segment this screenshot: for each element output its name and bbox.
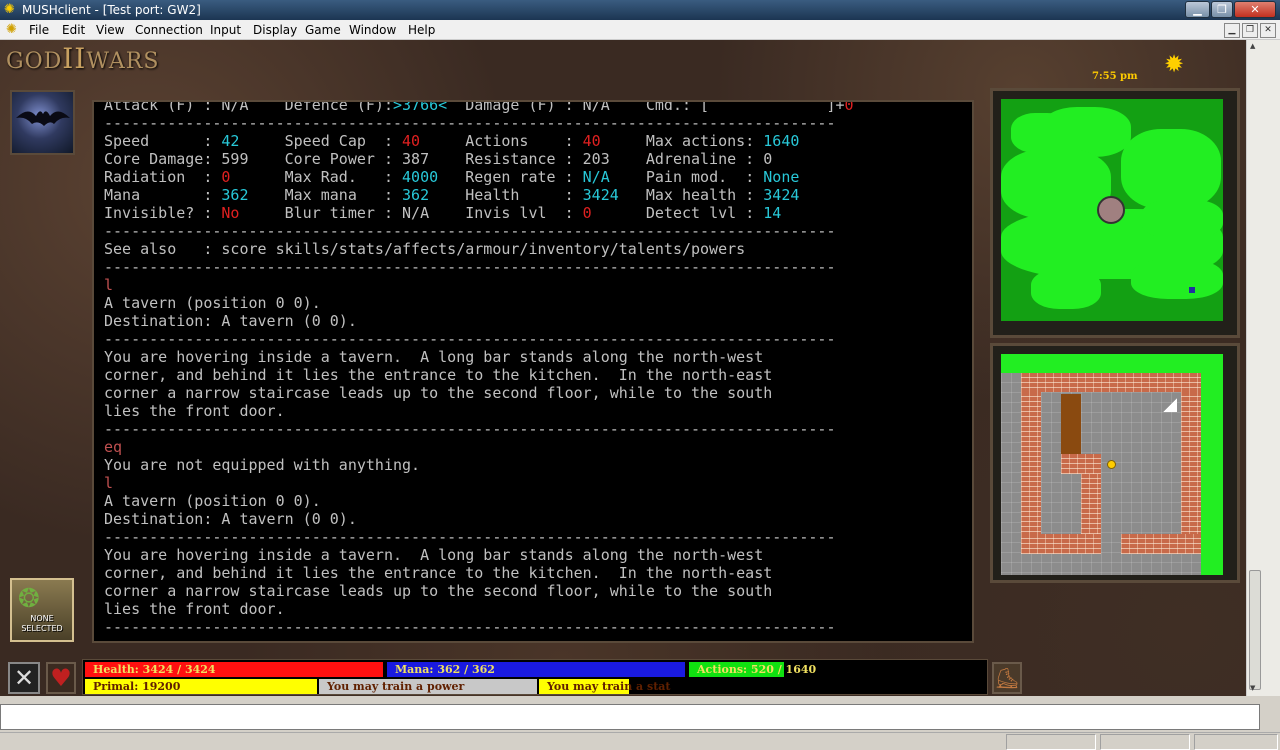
output-scrollbar[interactable]: ▲ ▼ <box>1246 40 1263 696</box>
output-line: corner, and behind it lies the entrance … <box>104 366 773 384</box>
train-stat-bar: You may train a stat <box>539 679 987 694</box>
output-line: A tavern (position 0 0). <box>104 492 321 510</box>
window-title: MUSHclient - [Test port: GW2] <box>22 3 201 17</box>
target-portrait[interactable]: ❂ NONE SELECTED <box>10 578 74 642</box>
heart-icon[interactable]: ♥ <box>46 662 76 694</box>
game-clock: 7:55 pm <box>1092 71 1138 82</box>
output-line: Radiation : 0 Max Rad. : 4000 Regen rate… <box>104 168 800 186</box>
menu-input[interactable]: Input <box>210 23 241 37</box>
mob-marker <box>1189 287 1195 293</box>
status-pane <box>1100 734 1190 750</box>
game-area: GODIIWARS 7:55 pm ✹ Attack (F) : N/A Def… <box>0 40 1246 696</box>
minimize-button[interactable]: ▁ <box>1185 1 1210 18</box>
menu-connection[interactable]: Connection <box>135 23 203 37</box>
output-line: lies the front door. <box>104 600 285 618</box>
menu-file[interactable]: File <box>29 23 49 37</box>
output-line: corner a narrow staircase leads up to th… <box>104 582 773 600</box>
target-status: NONE SELECTED <box>21 614 63 633</box>
menu-view[interactable]: View <box>96 23 124 37</box>
output-line: eq <box>104 438 123 456</box>
output-text: Attack (F) : N/A Defence (F):>3766< Dama… <box>104 100 854 636</box>
output-line: Speed : 42 Speed Cap : 40 Actions : 40 M… <box>104 132 800 150</box>
output-line: ----------------------------------------… <box>104 330 836 348</box>
player-room-marker <box>1107 460 1116 469</box>
output-line: ----------------------------------------… <box>104 114 836 132</box>
mushclient-window: ✺ MUSHclient - [Test port: GW2] ▁ ❐ ✕ ✺ … <box>0 0 1280 750</box>
command-bar <box>0 704 1260 730</box>
sun-icon: ✹ <box>1164 50 1185 78</box>
output-line: ----------------------------------------… <box>104 222 836 240</box>
player-map-marker <box>1097 196 1125 224</box>
train-power-bar: You may train a power <box>319 679 537 694</box>
output-line: You are hovering inside a tavern. A long… <box>104 546 764 564</box>
output-line: l <box>104 474 114 492</box>
output-line: ----------------------------------------… <box>104 258 836 276</box>
window-scrollbar[interactable] <box>1263 40 1280 696</box>
status-bars: Health: 3424 / 3424 Mana: 362 / 362 Acti… <box>82 659 988 695</box>
output-line: See also : score skills/stats/affects/ar… <box>104 240 746 258</box>
bat-icon[interactable] <box>10 90 75 155</box>
close-button[interactable]: ✕ <box>1234 1 1276 18</box>
scroll-thumb[interactable] <box>1249 570 1261 690</box>
overworld-map[interactable] <box>1001 99 1223 321</box>
tavern-bar <box>1061 394 1081 454</box>
output-line: Mana : 362 Max mana : 362 Health : 3424 … <box>104 186 800 204</box>
maximize-button[interactable]: ❐ <box>1211 1 1233 18</box>
status-bar <box>0 732 1280 750</box>
mdi-minimize-button[interactable]: ▁ <box>1224 23 1240 38</box>
output-line: You are not equipped with anything. <box>104 456 421 474</box>
mana-bar: Mana: 362 / 362 <box>387 662 685 677</box>
menu-display[interactable]: Display <box>253 23 297 37</box>
staircase-icon <box>1163 398 1177 412</box>
serpent-icon: ❂ <box>18 584 40 614</box>
output-line: Invisible? : No Blur timer : N/A Invis l… <box>104 204 782 222</box>
scroll-down-icon[interactable]: ▼ <box>1250 684 1255 692</box>
scroll-up-icon[interactable]: ▲ <box>1250 42 1255 50</box>
crossed-swords-icon[interactable]: ✕ <box>8 662 40 694</box>
output-line: Destination: A tavern (0 0). <box>104 312 357 330</box>
room-map[interactable] <box>1001 354 1223 575</box>
output-line: Destination: A tavern (0 0). <box>104 510 357 528</box>
output-line: Attack (F) : N/A Defence (F):>3766< Dama… <box>104 100 854 114</box>
output-line: A tavern (position 0 0). <box>104 294 321 312</box>
menu-window[interactable]: Window <box>349 23 396 37</box>
output-line: lies the front door. <box>104 402 285 420</box>
mdi-restore-button[interactable]: ❐ <box>1242 23 1258 38</box>
output-window[interactable]: Attack (F) : N/A Defence (F):>3766< Dama… <box>92 100 974 643</box>
output-line: ----------------------------------------… <box>104 420 836 438</box>
output-line: l <box>104 276 114 294</box>
output-line: Core Damage: 599 Core Power : 387 Resist… <box>104 150 773 168</box>
output-line: corner, and behind it lies the entrance … <box>104 564 773 582</box>
room-map-frame <box>990 343 1240 583</box>
menu-bar: ✺ File Edit View Connection Input Displa… <box>0 20 1280 40</box>
god-wars-logo: GODIIWARS <box>6 42 160 75</box>
menu-game[interactable]: Game <box>305 23 341 37</box>
output-line: You are hovering inside a tavern. A long… <box>104 348 764 366</box>
output-line: ----------------------------------------… <box>104 528 836 546</box>
output-line: corner a narrow staircase leads up to th… <box>104 384 773 402</box>
mdi-close-button[interactable]: ✕ <box>1260 23 1276 38</box>
command-input[interactable] <box>3 707 1243 727</box>
actions-bar: Actions: 520 / 1640 <box>689 662 987 677</box>
health-bar: Health: 3424 / 3424 <box>85 662 383 677</box>
document-icon[interactable]: ✺ <box>6 22 17 37</box>
primal-bar: Primal: 19200 <box>85 679 317 694</box>
title-bar[interactable]: ✺ MUSHclient - [Test port: GW2] ▁ ❐ ✕ <box>0 0 1280 20</box>
mushclient-icon[interactable]: ✺ <box>4 2 20 18</box>
boot-icon[interactable]: ⛸ <box>992 662 1022 694</box>
overworld-map-frame <box>990 88 1240 338</box>
menu-help[interactable]: Help <box>408 23 435 37</box>
status-pane <box>1006 734 1096 750</box>
output-line: ----------------------------------------… <box>104 618 836 636</box>
menu-edit[interactable]: Edit <box>62 23 85 37</box>
status-pane <box>1194 734 1278 750</box>
